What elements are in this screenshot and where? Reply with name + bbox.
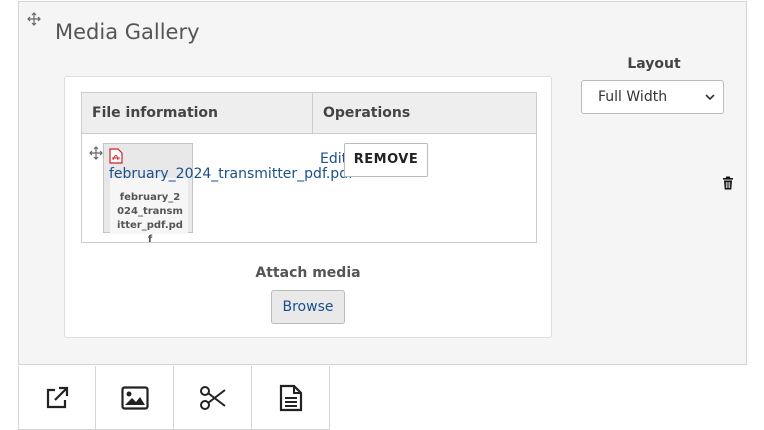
- scissors-icon: [199, 385, 226, 410]
- trash-icon[interactable]: [722, 176, 734, 190]
- media-card: File information Operations february_202…: [64, 76, 552, 338]
- thumbnail-caption: february_2024_transmitter_pdf.pdf: [117, 192, 183, 245]
- open-external-button[interactable]: [18, 366, 96, 430]
- layout-selected-value: Full Width: [598, 89, 668, 105]
- image-icon: [120, 385, 149, 410]
- pdf-file-icon: [109, 148, 123, 164]
- remove-button[interactable]: REMOVE: [344, 143, 428, 177]
- column-header-operations: Operations: [312, 92, 537, 134]
- crop-button[interactable]: [174, 366, 252, 430]
- drag-handle-icon[interactable]: [27, 12, 41, 26]
- media-gallery-panel: Media Gallery File information Operation…: [18, 1, 747, 365]
- layout-select[interactable]: Full Width: [581, 80, 724, 114]
- document-icon: [279, 384, 302, 411]
- toolbar: [18, 366, 330, 430]
- row-drag-handle-icon[interactable]: [89, 146, 103, 160]
- layout-label: Layout: [627, 56, 681, 72]
- table-row: february_2024_transmitter_pdf.pdf februa…: [81, 133, 537, 245]
- browse-button[interactable]: Browse: [271, 290, 345, 324]
- file-name-link[interactable]: february_2024_transmitter_pdf.pdf: [109, 166, 353, 182]
- document-button[interactable]: [252, 366, 330, 430]
- attach-media-label: Attach media: [255, 265, 361, 281]
- external-link-icon: [46, 386, 69, 408]
- image-button[interactable]: [96, 366, 174, 430]
- column-header-file-information: File information: [81, 92, 313, 134]
- page-title: Media Gallery: [55, 20, 200, 44]
- files-table: File information Operations february_202…: [81, 92, 537, 245]
- chevron-down-icon: [705, 94, 715, 101]
